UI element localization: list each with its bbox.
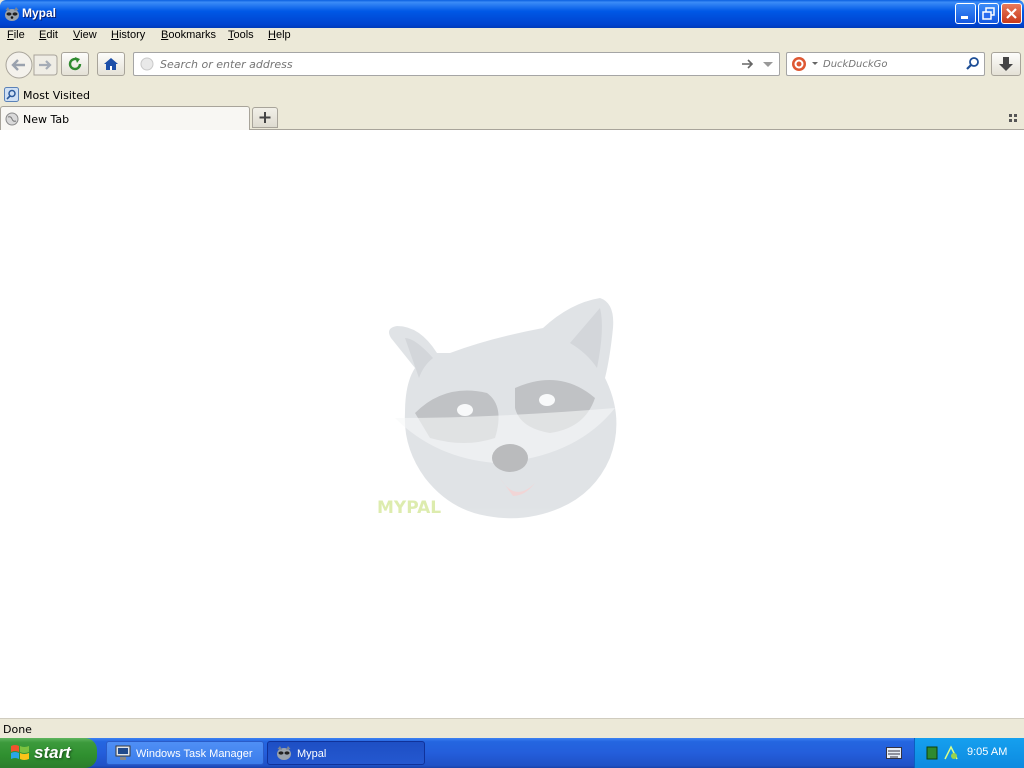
address-bar[interactable] — [133, 52, 780, 76]
forward-button[interactable] — [34, 55, 58, 75]
menu-help[interactable]: Help — [268, 29, 291, 41]
menu-bookmarks[interactable]: Bookmarks — [161, 29, 216, 41]
tray-status-icon[interactable] — [926, 746, 938, 760]
tab-strip: New Tab — [0, 105, 1024, 130]
status-bar: Done — [0, 718, 1024, 738]
home-button[interactable] — [97, 52, 125, 76]
close-icon — [1006, 8, 1017, 19]
start-button[interactable]: start — [0, 738, 97, 768]
search-input[interactable] — [823, 57, 953, 71]
navigation-toolbar — [0, 47, 1024, 83]
mypal-raccoon-logo: MYPAL — [377, 298, 617, 519]
page-identity-icon — [140, 57, 154, 71]
mypal-logo-text: MYPAL — [377, 498, 441, 518]
tab-groups-icon[interactable] — [1008, 113, 1018, 123]
minimize-button[interactable] — [955, 3, 976, 24]
go-arrow-icon[interactable] — [741, 58, 755, 70]
taskbar-item-task-manager[interactable]: Windows Task Manager — [106, 741, 264, 765]
menu-edit-label: dit — [46, 29, 58, 41]
status-text: Done — [3, 723, 32, 736]
restore-button[interactable] — [978, 3, 999, 24]
menu-view[interactable]: View — [73, 29, 97, 41]
menu-help-key: H — [268, 29, 276, 41]
taskbar-item-mypal[interactable]: Mypal — [267, 741, 425, 765]
tab-new-tab[interactable]: New Tab — [0, 106, 250, 130]
search-icon[interactable] — [965, 56, 981, 72]
close-button[interactable] — [1001, 3, 1022, 24]
history-dropdown-icon[interactable] — [762, 61, 774, 69]
menu-file-label: ile — [13, 29, 25, 41]
menu-help-label: elp — [275, 29, 291, 41]
url-input[interactable] — [160, 56, 720, 72]
reload-button[interactable] — [61, 52, 89, 76]
home-icon — [104, 58, 118, 70]
menu-history-key: H — [111, 29, 119, 41]
menu-edit[interactable]: Edit — [39, 29, 58, 41]
minimize-icon — [961, 16, 968, 19]
menu-file[interactable]: File — [7, 29, 25, 41]
keyboard-language-icon[interactable] — [886, 747, 902, 759]
globe-icon — [5, 112, 19, 126]
reload-icon — [68, 57, 82, 71]
mypal-raccoon-icon — [5, 7, 19, 21]
restore-icon — [982, 7, 995, 20]
bookmarks-toolbar: Most Visited — [0, 85, 1024, 105]
menu-bar: File Edit View History Bookmarks Tools H… — [0, 28, 1024, 46]
start-label: start — [34, 743, 71, 762]
task-manager-label: Windows Task Manager — [136, 748, 253, 760]
back-button[interactable] — [4, 51, 32, 79]
task-manager-icon — [115, 745, 131, 760]
search-bar[interactable] — [786, 52, 985, 76]
duckduckgo-engine-icon[interactable] — [791, 56, 821, 72]
menu-tools-label: ools — [233, 29, 254, 41]
menu-bookmarks-label: ookmarks — [168, 29, 217, 41]
downloads-button[interactable] — [991, 52, 1021, 76]
menu-view-label: iew — [80, 29, 97, 41]
clock[interactable]: 9:05 AM — [967, 746, 1007, 758]
menu-history[interactable]: History — [111, 29, 145, 41]
plus-icon — [259, 112, 271, 123]
menu-tools[interactable]: Tools — [228, 29, 254, 41]
most-visited-label: Most Visited — [23, 89, 90, 102]
most-visited-bookmark[interactable]: Most Visited — [4, 87, 90, 103]
most-visited-folder-icon — [4, 87, 19, 102]
window-title: Mypal — [22, 6, 57, 20]
download-arrow-icon — [999, 57, 1013, 71]
windows-logo-icon — [11, 745, 29, 760]
mypal-taskbar-icon — [277, 746, 291, 760]
title-bar[interactable]: Mypal — [0, 0, 1024, 28]
menu-history-label: istory — [118, 29, 146, 41]
taskbar: start Windows Task Manager Mypal 9:05 AM — [0, 738, 1024, 768]
page-content: MYPAL — [0, 130, 1024, 718]
mypal-task-label: Mypal — [297, 748, 327, 760]
menu-file-key: F — [7, 29, 14, 41]
network-icon[interactable] — [943, 745, 959, 761]
new-tab-button[interactable] — [252, 107, 278, 128]
system-tray: 9:05 AM — [914, 738, 1024, 768]
tab-label: New Tab — [23, 113, 70, 126]
